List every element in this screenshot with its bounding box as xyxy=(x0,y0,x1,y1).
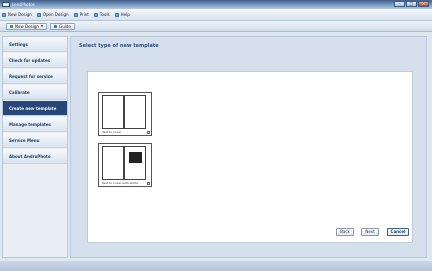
plus-icon xyxy=(10,24,13,28)
sidebar: Settings Check for updates Request for s… xyxy=(2,36,68,258)
minimize-button[interactable]: – xyxy=(394,1,405,7)
menu-item-new-design[interactable]: New Design xyxy=(2,12,32,17)
sidebar-item-create-new-template[interactable]: Create new template xyxy=(3,101,67,116)
next-button[interactable]: Next xyxy=(361,228,379,236)
printer-icon xyxy=(73,12,78,17)
help-icon xyxy=(114,12,119,17)
sidebar-item-calibrate[interactable]: Calibrate xyxy=(3,85,67,100)
menu-item-open-design[interactable]: Open Design xyxy=(36,12,69,17)
guide-button[interactable]: Guide xyxy=(50,22,75,30)
back-button[interactable]: Back xyxy=(336,228,354,236)
wrench-icon xyxy=(93,12,98,17)
resize-corner-icon xyxy=(147,131,150,134)
folder-icon xyxy=(36,12,41,17)
guide-icon xyxy=(54,24,58,28)
sidebar-item-request-for-service[interactable]: Request for service xyxy=(3,69,67,84)
new-design-dropdown-button[interactable]: New Design ▼ xyxy=(6,22,48,30)
sidebar-item-settings[interactable]: Settings xyxy=(3,37,67,52)
template-left-page xyxy=(102,146,124,180)
sidebar-item-manage-templates[interactable]: Manage templates xyxy=(3,117,67,132)
menubar: New Design Open Design Print Tools Help xyxy=(0,9,432,21)
menu-item-label: Help xyxy=(120,12,130,17)
menu-item-label: New Design xyxy=(8,12,32,17)
new-document-icon xyxy=(2,12,6,17)
menu-item-label: Print xyxy=(79,12,89,17)
sidebar-item-check-for-updates[interactable]: Check for updates xyxy=(3,53,67,68)
template-caption: Text to cover with photo xyxy=(102,181,139,185)
page-title: Select type of new template xyxy=(79,43,159,49)
window-controls: – □ ✕ xyxy=(394,1,429,7)
maximize-button[interactable]: □ xyxy=(406,1,417,7)
menu-item-label: Tools xyxy=(99,12,110,17)
menu-item-tools[interactable]: Tools xyxy=(93,12,110,17)
menu-item-help[interactable]: Help xyxy=(114,12,130,17)
template-caption: Text to cover xyxy=(102,130,122,134)
window-title: LensPhotos xyxy=(12,2,35,7)
window-titlebar[interactable]: LensPhotos – □ ✕ xyxy=(0,0,432,9)
template-option-text-cover-photo[interactable]: Text to cover with photo xyxy=(98,143,152,187)
template-right-page xyxy=(124,95,146,129)
menu-item-label: Open Design xyxy=(42,12,69,17)
template-option-text-cover[interactable]: Text to cover xyxy=(98,92,152,136)
toolbar-button-label: Guide xyxy=(59,23,71,29)
menu-item-print[interactable]: Print xyxy=(73,12,89,17)
photo-placeholder xyxy=(129,152,142,163)
sidebar-item-service-menu[interactable]: Service Menu xyxy=(3,133,67,148)
app-icon xyxy=(2,2,10,7)
resize-corner-icon xyxy=(147,182,150,185)
cancel-button[interactable]: Cancel xyxy=(387,228,409,236)
template-selection-panel: Text to cover Text to cover with photo B… xyxy=(87,71,413,243)
toolbar: New Design ▼ Guide xyxy=(0,21,432,32)
main-content: Select type of new template Text to cove… xyxy=(70,36,427,258)
sidebar-item-about[interactable]: About AndroPhoto xyxy=(3,149,67,164)
statusbar xyxy=(0,261,432,271)
template-right-page xyxy=(124,146,146,180)
template-left-page xyxy=(102,95,124,129)
close-button[interactable]: ✕ xyxy=(418,1,429,7)
chevron-down-icon: ▼ xyxy=(40,24,44,28)
toolbar-button-label: New Design xyxy=(15,23,39,29)
